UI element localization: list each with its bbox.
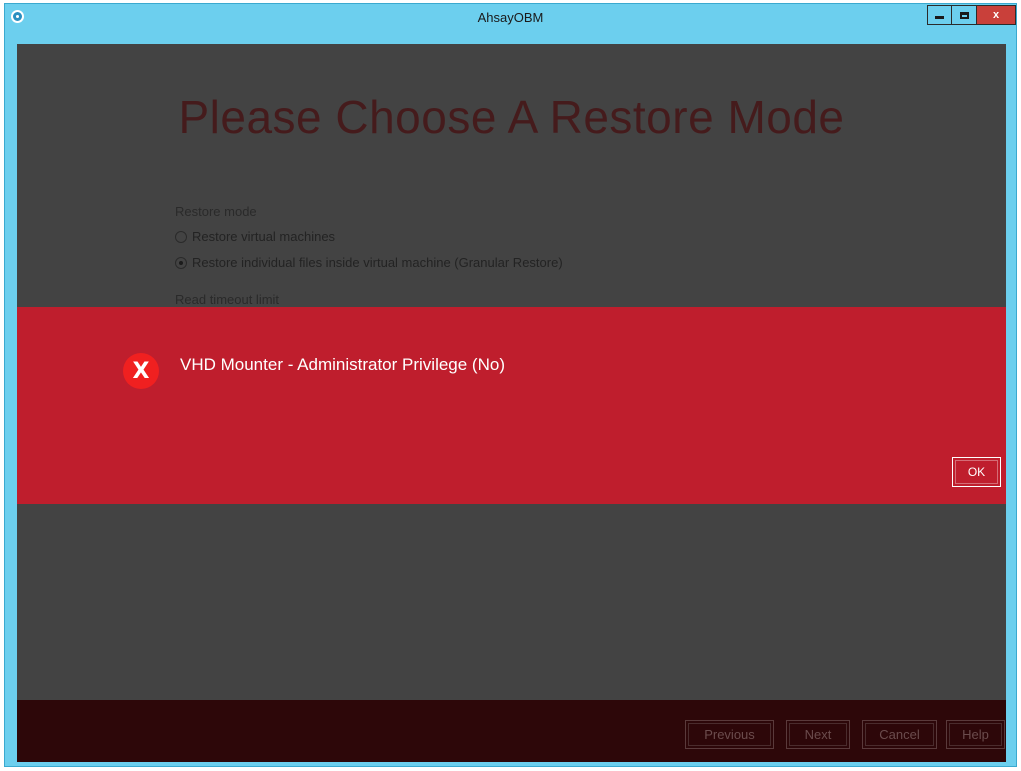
read-timeout-label: Read timeout limit [175, 292, 280, 307]
minimize-button[interactable] [927, 5, 952, 25]
window-title: AhsayOBM [477, 10, 544, 25]
next-label: Next [804, 727, 832, 742]
title-bar[interactable]: AhsayOBM x [5, 4, 1016, 42]
radio-restore-virtual-machines[interactable]: Restore virtual machines [175, 229, 335, 244]
radio-label: Restore virtual machines [192, 229, 336, 244]
radio-unchecked-icon[interactable] [175, 230, 187, 243]
help-button[interactable]: Help [946, 720, 1005, 749]
radio-checked-icon[interactable] [175, 256, 187, 269]
page-title: Please Choose A Restore Mode [178, 91, 845, 143]
close-button[interactable]: x [977, 5, 1016, 25]
previous-label: Previous [704, 727, 755, 742]
alert-message: VHD Mounter - Administrator Privilege (N… [180, 355, 505, 374]
next-button[interactable]: Next [786, 720, 850, 749]
ok-button[interactable]: OK [952, 457, 1001, 487]
cancel-button[interactable]: Cancel [862, 720, 937, 749]
previous-button[interactable]: Previous [685, 720, 774, 749]
radio-label: Restore individual files inside virtual … [192, 255, 563, 270]
close-icon: x [992, 9, 1000, 21]
help-label: Help [962, 727, 989, 742]
maximize-icon [959, 11, 969, 19]
app-window: AhsayOBM x Please Choose A Restore Mode … [4, 3, 1017, 767]
error-alert-banner: X VHD Mounter - Administrator Privilege … [17, 307, 1006, 504]
main-content: Please Choose A Restore Mode Restore mod… [17, 44, 1006, 762]
minimize-icon [935, 16, 944, 19]
restore-mode-label: Restore mode [175, 204, 257, 219]
error-x-icon: X [123, 353, 159, 389]
radio-granular-restore[interactable]: Restore individual files inside virtual … [175, 255, 563, 270]
maximize-button[interactable] [952, 5, 977, 25]
footer-bar: Previous Next Cancel Help [17, 700, 1006, 762]
cancel-label: Cancel [879, 727, 920, 742]
